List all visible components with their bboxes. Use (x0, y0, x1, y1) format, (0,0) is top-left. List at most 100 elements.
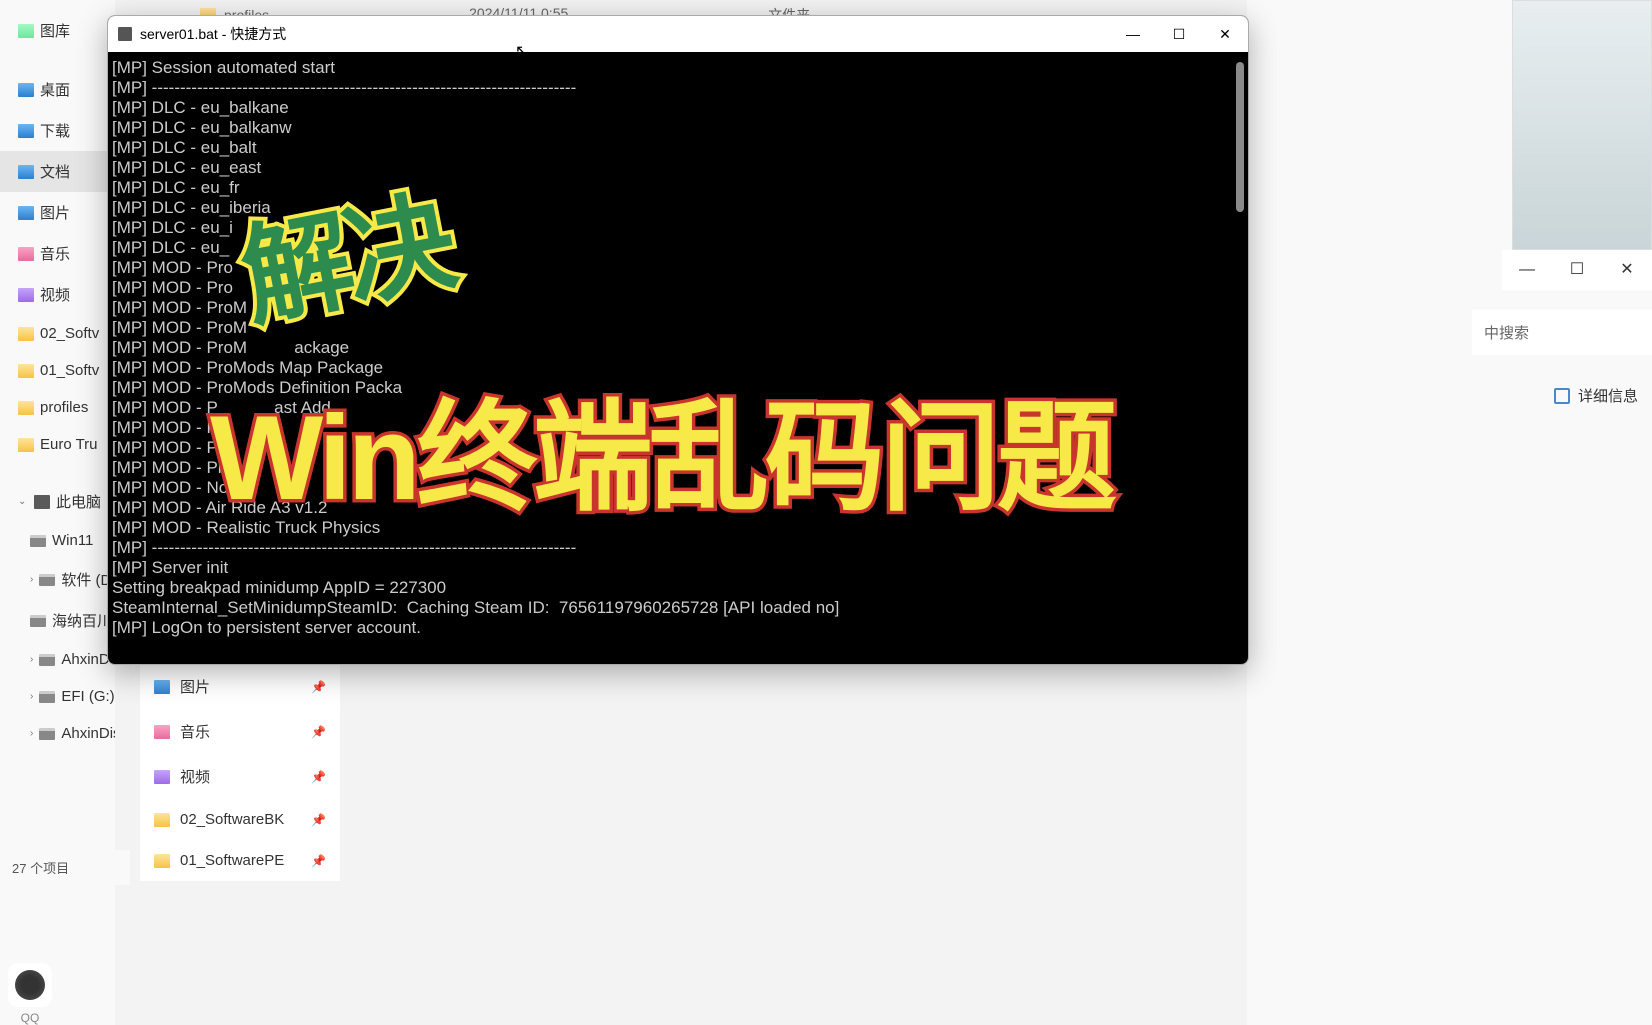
scrollbar-thumb[interactable] (1236, 62, 1244, 212)
minimize-button[interactable]: — (1110, 16, 1156, 52)
qq-icon (8, 963, 52, 1007)
sidebar-item-软件 (d[interactable]: › 软件 (D (0, 559, 115, 600)
folder-icon (39, 691, 55, 703)
chevron-icon: › (30, 654, 33, 665)
sidebar-label: 视频 (40, 284, 70, 305)
sidebar-label: Win11 (52, 532, 93, 549)
folder-icon (18, 401, 34, 415)
preview-image (1512, 0, 1652, 250)
pin-icon: 📌 (311, 680, 326, 694)
close-button[interactable]: ✕ (1202, 16, 1248, 52)
quickaccess-item-音乐[interactable]: 音乐 📌 (140, 709, 340, 754)
sidebar-label: 02_Softv (40, 325, 99, 342)
sidebar-label: AhxinDis (61, 725, 115, 742)
details-icon (1554, 388, 1570, 404)
folder-icon (18, 83, 34, 97)
sidebar-item-海纳百川[interactable]: 海纳百川 (0, 600, 115, 641)
terminal-output[interactable]: [MP] Session automated start [MP] ------… (108, 52, 1248, 664)
sidebar-item-02_softv[interactable]: 02_Softv (0, 315, 115, 352)
chevron-icon: ⌄ (18, 496, 28, 507)
maximize-button[interactable]: ☐ (1552, 250, 1602, 290)
sidebar-item-profiles[interactable]: profiles (0, 389, 115, 426)
taskbar: QQ (0, 945, 120, 1025)
item-label: 01_SoftwarePE (180, 852, 284, 869)
sidebar-label: 文档 (40, 161, 70, 182)
folder-icon (34, 495, 50, 509)
sidebar-item-视频[interactable]: 视频 (0, 274, 115, 315)
qq-label: QQ (0, 1011, 60, 1025)
taskbar-app-qq[interactable]: QQ (0, 963, 60, 1025)
sidebar-label: 此电脑 (56, 491, 101, 512)
sidebar-label: 下载 (40, 120, 70, 141)
sidebar-label: EFI (G:) (61, 688, 114, 705)
sidebar-item-euro tru[interactable]: Euro Tru (0, 426, 115, 463)
sidebar-item-win11[interactable]: Win11 (0, 522, 115, 559)
app-icon (118, 27, 132, 41)
sidebar-item-efi (g:)[interactable]: › EFI (G:) (0, 678, 115, 715)
sidebar-item-桌面[interactable]: 桌面 (0, 69, 115, 110)
pin-icon: 📌 (311, 854, 326, 868)
sidebar-label: 图库 (40, 20, 70, 41)
window-controls: — ☐ ✕ (1110, 16, 1248, 52)
folder-icon (39, 728, 55, 740)
quickaccess-item-图片[interactable]: 图片 📌 (140, 664, 340, 709)
pin-icon: 📌 (311, 725, 326, 739)
item-label: 音乐 (180, 721, 210, 742)
sidebar-item-此电脑[interactable]: ⌄ 此电脑 (0, 481, 115, 522)
chevron-icon: › (30, 728, 33, 739)
folder-icon (154, 725, 170, 739)
item-label: 图片 (180, 676, 210, 697)
sidebar-item-01_softv[interactable]: 01_Softv (0, 352, 115, 389)
quickaccess-item-视频[interactable]: 视频 📌 (140, 754, 340, 799)
sidebar-label: profiles (40, 399, 88, 416)
overlay-text-title: Win终端乱码问题 (210, 360, 1113, 534)
quickaccess-item-01_softwarepe[interactable]: 01_SoftwarePE 📌 (140, 840, 340, 881)
folder-icon (18, 364, 34, 378)
explorer-quick-access: 图片 📌 音乐 📌 视频 📌 02_SoftwareBK 📌 01_SoftwarePE 📌 (140, 664, 340, 881)
item-label: 02_SoftwareBK (180, 811, 284, 828)
folder-icon (18, 165, 34, 179)
sidebar-label: 01_Softv (40, 362, 99, 379)
search-box[interactable]: 中搜索 (1472, 310, 1652, 355)
right-panel: — ☐ ✕ 中搜索 详细信息 (1247, 0, 1652, 1025)
sidebar-label: 软件 (D (61, 569, 111, 590)
details-button[interactable]: 详细信息 (1540, 375, 1652, 416)
pin-icon: 📌 (311, 813, 326, 827)
pin-icon: 📌 (311, 770, 326, 784)
close-button[interactable]: ✕ (1602, 250, 1652, 290)
folder-icon (154, 813, 170, 827)
sidebar-item-文档[interactable]: 文档 (0, 151, 115, 192)
folder-icon (18, 327, 34, 341)
folder-icon (18, 438, 34, 452)
status-bar: 27 个项目 (0, 850, 130, 885)
window-controls-bg: — ☐ ✕ (1502, 250, 1652, 290)
folder-icon (39, 574, 55, 586)
folder-icon (39, 654, 55, 666)
maximize-button[interactable]: ☐ (1156, 16, 1202, 52)
sidebar-label: 海纳百川 (52, 610, 112, 631)
folder-icon (18, 124, 34, 138)
terminal-text: [MP] Session automated start [MP] ------… (112, 58, 1244, 638)
chevron-icon: › (30, 574, 33, 585)
item-label: 视频 (180, 766, 210, 787)
chevron-icon: › (30, 691, 33, 702)
sidebar-item-ahxindis[interactable]: › AhxinDis (0, 715, 115, 752)
folder-icon (30, 535, 46, 547)
folder-icon (18, 247, 34, 261)
sidebar-label: Euro Tru (40, 436, 98, 453)
folder-icon (154, 680, 170, 694)
sidebar-item-音乐[interactable]: 音乐 (0, 233, 115, 274)
sidebar-label: 图片 (40, 202, 70, 223)
minimize-button[interactable]: — (1502, 250, 1552, 290)
sidebar-item-图库[interactable]: 图库 (0, 10, 115, 51)
sidebar-label: 桌面 (40, 79, 70, 100)
titlebar[interactable]: server01.bat - 快捷方式 — ☐ ✕ (108, 16, 1248, 52)
folder-icon (154, 770, 170, 784)
details-label: 详细信息 (1578, 385, 1638, 406)
quickaccess-item-02_softwarebk[interactable]: 02_SoftwareBK 📌 (140, 799, 340, 840)
sidebar-item-下载[interactable]: 下载 (0, 110, 115, 151)
folder-icon (30, 615, 46, 627)
folder-icon (154, 854, 170, 868)
sidebar-item-ahxindis[interactable]: ›AhxinDis (0, 641, 115, 678)
sidebar-item-图片[interactable]: 图片 (0, 192, 115, 233)
